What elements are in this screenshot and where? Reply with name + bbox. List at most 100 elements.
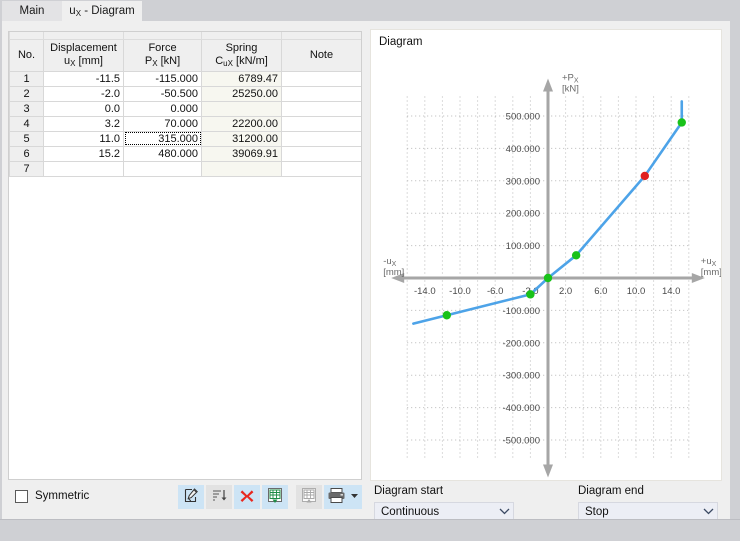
cell-note[interactable] <box>281 145 361 162</box>
diagram-data-point[interactable] <box>442 311 451 320</box>
cell-no[interactable]: 3 <box>9 100 44 117</box>
cell-no[interactable]: 5 <box>9 130 44 147</box>
table-row[interactable]: 3 0.0 0.000 <box>9 100 361 117</box>
cell-displacement[interactable]: 11.0 <box>43 130 124 147</box>
cell-displacement[interactable]: -11.5 <box>43 70 124 87</box>
export-excel-button[interactable] <box>262 485 288 509</box>
cell-displacement[interactable] <box>43 160 124 177</box>
table-row[interactable]: 4 3.2 70.000 22200.00 <box>9 115 361 132</box>
delete-button[interactable] <box>234 485 260 509</box>
y-tick-label: -300.000 <box>502 371 540 382</box>
table-row[interactable]: 5 11.0 315.000 31200.00 <box>9 130 361 147</box>
cell-spring[interactable] <box>201 160 282 177</box>
table-body: 1 -11.5 -115.000 6789.47 2 -2.0 -50.500 25250.0… <box>9 70 361 177</box>
cell-force[interactable]: 480.000 <box>123 145 202 162</box>
edit-button[interactable] <box>178 485 204 509</box>
col-header-displacement[interactable]: Displacement uX [mm] <box>43 38 124 72</box>
table-row[interactable]: 2 -2.0 -50.500 25250.00 <box>9 85 361 102</box>
cell-force[interactable]: 70.000 <box>123 115 202 132</box>
sort-button[interactable] <box>206 485 232 509</box>
cell-displacement[interactable]: 0.0 <box>43 100 124 117</box>
printer-icon <box>327 487 346 507</box>
tab-ux-diagram[interactable]: uX - Diagram <box>62 1 142 21</box>
sort-descending-icon <box>211 487 228 507</box>
cell-force[interactable]: -50.500 <box>123 85 202 102</box>
cell-note[interactable] <box>281 130 361 147</box>
table-row[interactable]: 7 <box>9 160 361 177</box>
y-tick-label: 100.000 <box>506 241 540 252</box>
table-row[interactable]: 1 -11.5 -115.000 6789.47 <box>9 70 361 87</box>
diagram-panel: Diagram -14.0-10.0-6.0-2.02.06.010.014.0… <box>370 29 722 481</box>
cell-note[interactable] <box>281 85 361 102</box>
cell-note[interactable] <box>281 160 361 177</box>
table-grid: No. Displacement uX [mm] Force PX [kN] S… <box>9 32 361 177</box>
cell-no[interactable]: 4 <box>9 115 44 132</box>
import-excel-button[interactable] <box>296 485 322 509</box>
cell-force[interactable] <box>123 160 202 177</box>
y-tick-label: 500.000 <box>506 112 540 123</box>
diagram-start-value: Continuous <box>381 506 440 518</box>
diagram-data-table[interactable]: No. Displacement uX [mm] Force PX [kN] S… <box>8 31 362 480</box>
col-header-no[interactable]: No. <box>9 38 44 72</box>
x-tick-label: -14.0 <box>414 286 436 297</box>
y-tick-label: -100.000 <box>502 306 540 317</box>
symmetric-checkbox[interactable] <box>15 490 28 503</box>
cell-no[interactable]: 2 <box>9 85 44 102</box>
cell-displacement[interactable]: 15.2 <box>43 145 124 162</box>
x-tick-label: 2.0 <box>559 286 572 297</box>
cell-note[interactable] <box>281 115 361 132</box>
cell-spring[interactable] <box>201 100 282 117</box>
dialog-client-area: No. Displacement uX [mm] Force PX [kN] S… <box>2 21 730 522</box>
group-cell-0 <box>9 32 44 40</box>
tab-ux-diagram-label: uX - Diagram <box>69 5 135 18</box>
dialog-footer <box>0 519 740 541</box>
cell-spring[interactable]: 39069.91 <box>201 145 282 162</box>
diagram-data-point[interactable] <box>640 171 649 181</box>
diagram-data-point[interactable] <box>543 273 553 283</box>
cell-note[interactable] <box>281 70 361 87</box>
cell-force[interactable]: 315.000 <box>123 130 202 147</box>
y-tick-label: 200.000 <box>506 209 540 220</box>
col-header-force[interactable]: Force PX [kN] <box>123 38 202 72</box>
col-header-spring[interactable]: Spring CuX [kN/m] <box>201 38 282 72</box>
cell-displacement[interactable]: -2.0 <box>43 85 124 102</box>
group-cell-4 <box>281 32 361 40</box>
cell-no[interactable]: 7 <box>9 160 44 177</box>
diagram-data-point[interactable] <box>526 290 535 299</box>
y-tick-label: -200.000 <box>502 338 540 349</box>
cell-spring[interactable]: 6789.47 <box>201 70 282 87</box>
y-tick-label: -500.000 <box>502 436 540 447</box>
print-button[interactable] <box>324 485 362 509</box>
tab-main[interactable]: Main <box>2 1 62 21</box>
diagram-data-point[interactable] <box>571 251 581 260</box>
print-dropdown-chevron-icon[interactable] <box>350 491 359 503</box>
y-tick-label: 300.000 <box>506 176 540 187</box>
cell-no[interactable]: 6 <box>9 145 44 162</box>
chevron-down-icon <box>699 507 717 518</box>
table-row[interactable]: 6 15.2 480.000 39069.91 <box>9 145 361 162</box>
group-cell-2 <box>123 32 202 40</box>
table-header-row: No. Displacement uX [mm] Force PX [kN] S… <box>9 38 361 72</box>
cell-spring[interactable]: 31200.00 <box>201 130 282 147</box>
y-tick-label: 400.000 <box>506 144 540 155</box>
cell-note[interactable] <box>281 100 361 117</box>
table-bottom-bar: Symmetric <box>8 483 362 513</box>
col-header-note[interactable]: Note <box>281 38 361 72</box>
y-tick-label: -400.000 <box>502 403 540 414</box>
x-axis-negative-label-unit: [mm] <box>383 267 404 278</box>
diagram-chart[interactable]: -14.0-10.0-6.0-2.02.06.010.014.0500.0004… <box>371 30 721 480</box>
diagram-data-point[interactable] <box>677 118 686 127</box>
excel-export-icon <box>266 487 284 508</box>
x-tick-label: 6.0 <box>594 286 607 297</box>
cell-spring[interactable]: 25250.00 <box>201 85 282 102</box>
y-axis-positive-label-unit: [kN] <box>562 84 579 95</box>
group-cell-1 <box>43 32 124 40</box>
cell-displacement[interactable]: 3.2 <box>43 115 124 132</box>
tab-main-label: Main <box>19 5 45 17</box>
y-axis-arrow-positive <box>543 78 553 92</box>
cell-no[interactable]: 1 <box>9 70 44 87</box>
dialog-window: Main uX - Diagram No. Displacement uX [m… <box>0 0 740 541</box>
cell-force[interactable]: 0.000 <box>123 100 202 117</box>
cell-spring[interactable]: 22200.00 <box>201 115 282 132</box>
cell-force[interactable]: -115.000 <box>123 70 202 87</box>
